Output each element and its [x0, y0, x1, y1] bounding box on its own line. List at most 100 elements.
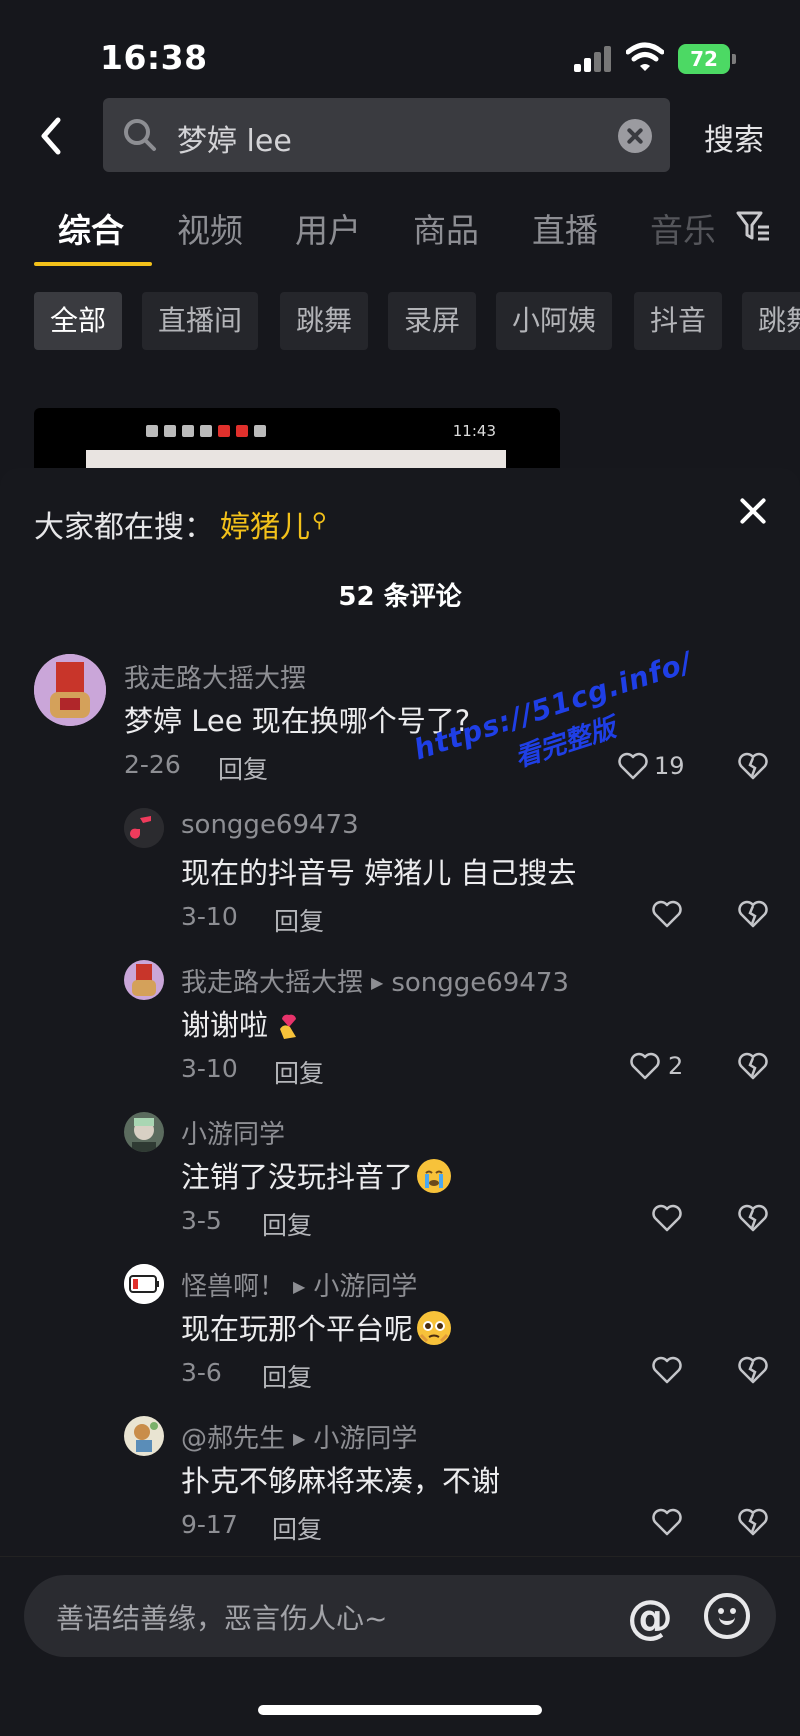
reply-to-username[interactable]: songge69473: [391, 968, 569, 998]
reply-arrow-icon: ▶: [293, 1277, 306, 1296]
dislike-icon[interactable]: [738, 752, 768, 780]
comment-text: 现在的抖音号 婷猪儿 自己搜去: [181, 856, 577, 890]
close-sheet-button[interactable]: [738, 496, 768, 526]
hot-search-banner[interactable]: 大家都在搜： 婷猪儿 ⚲: [34, 502, 327, 546]
comment-date: 9-17: [181, 1510, 238, 1539]
like-icon[interactable]: [630, 1052, 660, 1080]
reply-button[interactable]: 回复: [274, 902, 324, 938]
tab-products[interactable]: 商品: [413, 204, 479, 252]
chip-screen-record[interactable]: 录屏: [388, 292, 477, 350]
comment-username[interactable]: songge69473: [181, 810, 359, 840]
back-button[interactable]: [34, 112, 70, 160]
comment-username[interactable]: 小游同学: [181, 1114, 285, 1151]
clear-search-icon[interactable]: [618, 119, 652, 153]
pleading-face-emoji: [417, 1311, 452, 1345]
music-note-icon: [124, 808, 164, 848]
dislike-icon[interactable]: [738, 900, 768, 928]
comment-date: 2-26: [124, 750, 181, 779]
avatar-image: [34, 654, 106, 726]
like-count: 19: [654, 752, 685, 780]
filter-chips: 全部 直播间 跳舞 录屏 小阿姨 抖音 跳舞: [0, 292, 800, 350]
chip-dance[interactable]: 跳舞: [280, 292, 369, 350]
hot-search-prefix: 大家都在搜：: [34, 510, 214, 545]
tab-video[interactable]: 视频: [177, 204, 243, 252]
tab-live[interactable]: 直播: [532, 204, 598, 252]
comment-username[interactable]: 我走路大摇大摆: [124, 658, 306, 695]
search-query: 梦婷 lee: [177, 124, 292, 159]
dislike-icon[interactable]: [738, 1356, 768, 1384]
battery-indicator: 72: [678, 44, 736, 74]
comment-username[interactable]: 我走路大摇大摆 ▶ songge69473: [181, 962, 569, 999]
heart-hands-emoji: [272, 1007, 306, 1041]
crying-face-emoji: [417, 1159, 452, 1193]
avatar-image: [124, 960, 164, 1000]
thumbnail-status-bar: 11:43: [146, 420, 526, 442]
like-icon[interactable]: [652, 1508, 682, 1536]
like-icon[interactable]: [618, 752, 648, 780]
comment-date: 3-10: [181, 902, 238, 931]
home-indicator[interactable]: [258, 1705, 542, 1715]
video-thumbnail[interactable]: 11:43: [34, 408, 560, 474]
thumbnail-time: 11:43: [452, 422, 496, 440]
avatar[interactable]: [34, 654, 106, 726]
battery-avatar-image: [124, 1264, 164, 1304]
avatar-image: [124, 1112, 164, 1152]
battery-level: 72: [690, 47, 718, 71]
tab-comprehensive[interactable]: 综合: [58, 204, 124, 252]
tab-users[interactable]: 用户: [295, 204, 361, 252]
comment-date: 3-6: [181, 1358, 222, 1387]
hot-search-keyword[interactable]: 婷猪儿: [220, 510, 310, 545]
reply-button[interactable]: 回复: [262, 1358, 312, 1394]
like-count: 2: [668, 1052, 684, 1080]
like-icon[interactable]: [652, 1204, 682, 1232]
comment-text-content: 注销了没玩抖音了: [181, 1160, 414, 1194]
status-time: 16:38: [100, 38, 208, 77]
avatar[interactable]: [124, 1112, 164, 1152]
avatar[interactable]: [124, 960, 164, 1000]
comment-count: 52 条评论: [338, 582, 462, 612]
comment-text: 现在玩那个平台呢: [181, 1306, 452, 1348]
reply-button[interactable]: 回复: [274, 1054, 324, 1090]
tab-music[interactable]: 音乐: [650, 204, 714, 252]
comment-date: 3-10: [181, 1054, 238, 1083]
search-button[interactable]: 搜索: [704, 115, 764, 159]
dislike-icon[interactable]: [738, 1052, 768, 1080]
reply-button[interactable]: 回复: [262, 1206, 312, 1242]
comment-input[interactable]: 善语结善缘，恶言伤人心~ @: [24, 1575, 776, 1657]
comment-text: 扑克不够麻将来凑，不谢: [181, 1464, 501, 1498]
emoji-picker-icon[interactable]: [704, 1593, 750, 1639]
search-input[interactable]: 梦婷 lee: [103, 98, 670, 172]
reply-to-username[interactable]: 小游同学: [313, 1272, 417, 1302]
username-text: 怪兽啊！: [181, 1272, 286, 1302]
wifi-icon: [626, 42, 664, 71]
chip-douyin[interactable]: 抖音: [634, 292, 723, 350]
like-icon[interactable]: [652, 900, 682, 928]
search-icon: [124, 119, 156, 151]
reply-button[interactable]: 回复: [218, 750, 268, 786]
comment-input-placeholder: 善语结善缘，恶言伤人心~: [56, 1602, 388, 1635]
chip-all[interactable]: 全部: [34, 292, 123, 350]
filter-icon[interactable]: [735, 208, 771, 244]
result-tabs: 综合 视频 用户 商品 直播 音乐: [0, 200, 800, 270]
comment-text: 注销了没玩抖音了: [181, 1154, 452, 1196]
chip-live-room[interactable]: 直播间: [142, 292, 259, 350]
reply-arrow-icon: ▶: [293, 1429, 306, 1448]
chip-dance-2[interactable]: 跳舞: [742, 292, 800, 350]
comment-date: 3-5: [181, 1206, 222, 1235]
comment-username[interactable]: @郝先生 ▶ 小游同学: [181, 1418, 417, 1455]
reply-to-username[interactable]: 小游同学: [313, 1424, 417, 1454]
comment-username[interactable]: 怪兽啊！ ▶ 小游同学: [181, 1266, 417, 1303]
status-bar: 16:38 72: [0, 0, 800, 110]
search-small-icon: ⚲: [312, 508, 327, 532]
avatar-image: [124, 1416, 164, 1456]
avatar[interactable]: [124, 1416, 164, 1456]
reply-button[interactable]: 回复: [272, 1510, 322, 1546]
like-icon[interactable]: [652, 1356, 682, 1384]
avatar[interactable]: [124, 1264, 164, 1304]
comment-sheet: 大家都在搜： 婷猪儿 ⚲ 52 条评论 我走路大摇大摆 梦婷 Lee 现在换哪个号了…: [0, 468, 800, 1736]
dislike-icon[interactable]: [738, 1204, 768, 1232]
avatar[interactable]: [124, 808, 164, 848]
dislike-icon[interactable]: [738, 1508, 768, 1536]
mention-icon[interactable]: @: [622, 1589, 678, 1645]
chip-aunt[interactable]: 小阿姨: [496, 292, 613, 350]
